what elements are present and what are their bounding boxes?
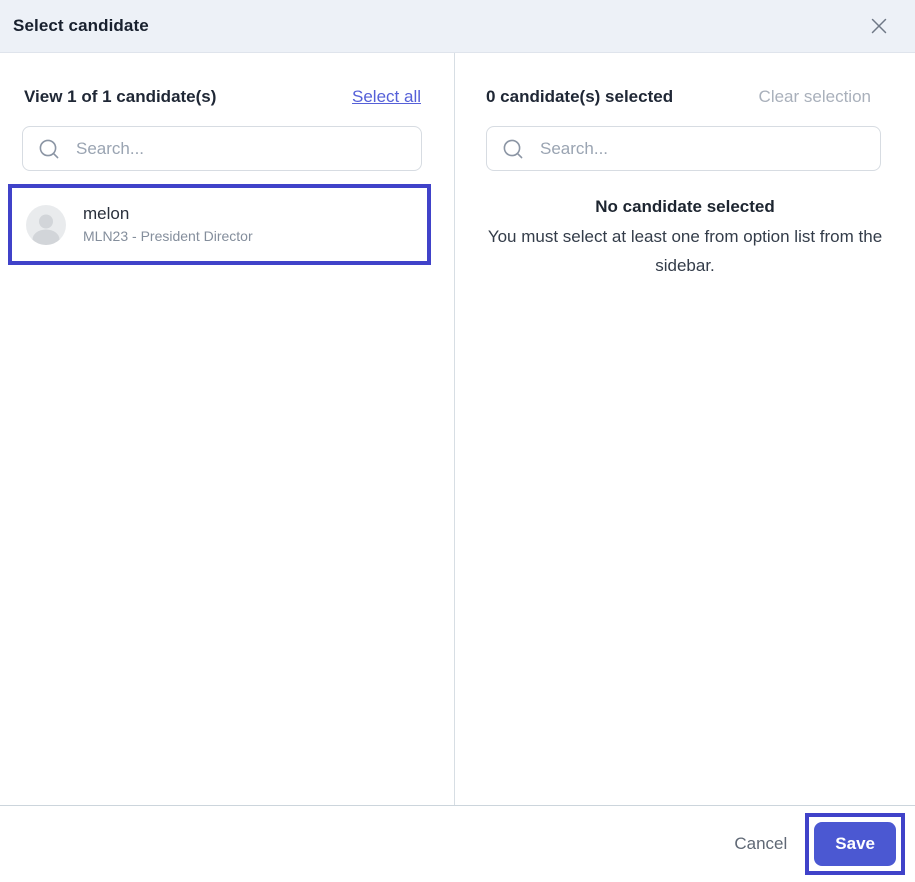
empty-state-message: You must select at least one from option… <box>487 227 883 275</box>
selected-candidates-panel: 0 candidate(s) selected Clear selection … <box>455 53 915 805</box>
cancel-button[interactable]: Cancel <box>724 826 797 862</box>
modal-header: Select candidate <box>0 0 915 53</box>
search-icon <box>37 137 61 161</box>
candidates-count-label: View 1 of 1 candidate(s) <box>24 87 217 106</box>
close-button[interactable] <box>865 12 893 40</box>
select-all-link[interactable]: Select all <box>352 87 421 107</box>
select-candidate-modal: Select candidate View 1 of 1 candidate(s… <box>0 0 915 882</box>
save-button-highlight: Save <box>805 813 905 875</box>
modal-footer: Cancel Save <box>0 805 915 882</box>
right-panel-header-row: 0 candidate(s) selected Clear selection <box>486 87 871 107</box>
selected-count-label: 0 candidate(s) selected <box>486 87 674 106</box>
right-search-box[interactable] <box>486 126 881 171</box>
modal-body: View 1 of 1 candidate(s) Select all Sear… <box>0 53 915 805</box>
left-search-input[interactable] <box>76 138 407 159</box>
candidate-subtitle: MLN23 - President Director <box>83 228 253 244</box>
clear-selection-link[interactable]: Clear selection <box>759 87 871 107</box>
candidate-row[interactable]: melon MLN23 - President Director <box>12 188 427 261</box>
left-panel-header-row: View 1 of 1 candidate(s) Select all <box>24 87 421 107</box>
candidate-name: melon <box>83 204 130 223</box>
empty-state-title: No candidate selected <box>595 197 775 216</box>
available-candidates-panel: View 1 of 1 candidate(s) Select all Sear… <box>0 53 455 805</box>
save-button[interactable]: Save <box>814 822 896 866</box>
close-icon <box>869 16 889 36</box>
left-search-box[interactable] <box>22 126 422 171</box>
modal-title: Select candidate <box>13 16 149 35</box>
search-icon <box>501 137 525 161</box>
candidate-row-highlight: melon MLN23 - President Director <box>8 184 431 265</box>
right-search-input[interactable] <box>540 138 866 159</box>
avatar <box>26 204 66 245</box>
empty-state: No candidate selected You must select at… <box>455 192 915 280</box>
candidate-text: melon MLN23 - President Director <box>83 203 253 246</box>
